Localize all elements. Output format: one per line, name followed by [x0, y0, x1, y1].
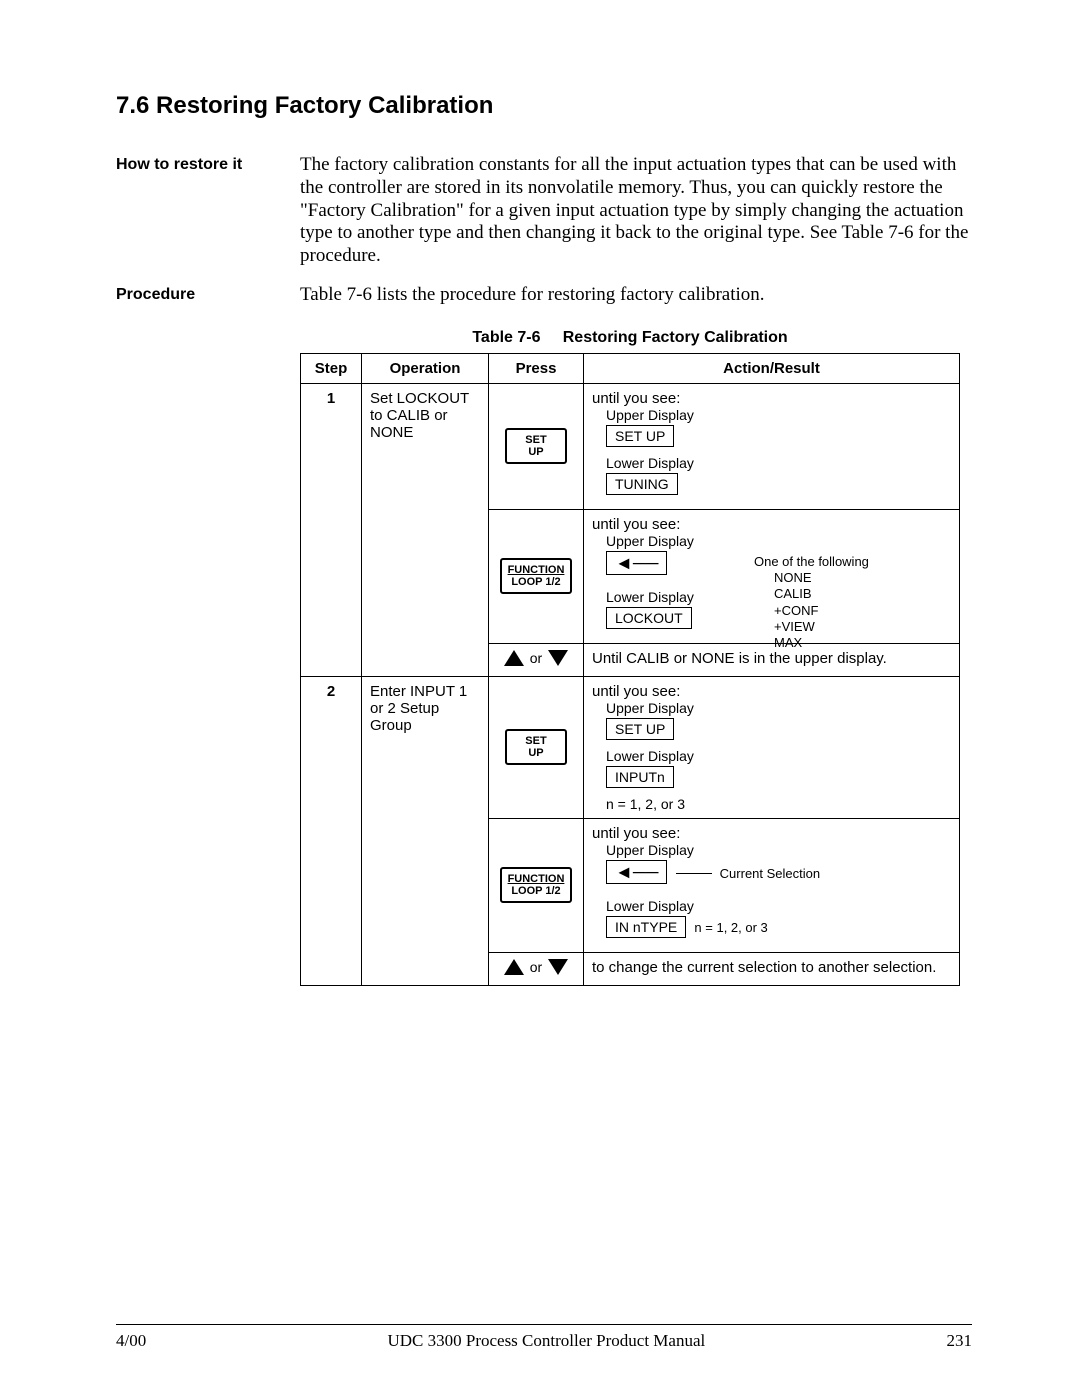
side-label-procedure: Procedure	[116, 284, 300, 307]
upper-display-label: Upper Display	[606, 533, 951, 549]
howto-block: How to restore it The factory calibratio…	[116, 154, 972, 268]
table-row: 1 Set LOCKOUT to CALIB or NONE SETUP unt…	[301, 383, 960, 509]
action-cell: until you see: Upper Display ◄── Current…	[584, 818, 960, 952]
n-note: n = 1, 2, or 3	[606, 796, 951, 812]
procedure-table: Step Operation Press Action/Result 1 Set…	[300, 353, 960, 986]
until-label: until you see:	[592, 825, 951, 842]
down-arrow-icon	[548, 650, 568, 666]
display-box: TUNING	[606, 473, 678, 495]
display-box: LOCKOUT	[606, 607, 692, 629]
options-intro: One of the following	[754, 554, 869, 570]
option-text: +CONF	[774, 603, 869, 619]
action-cell: to change the current selection to anoth…	[584, 952, 960, 985]
leader-line-icon	[676, 873, 712, 874]
action-cell: until you see: Upper Display SET UP Lowe…	[584, 383, 960, 509]
press-cell: SETUP	[489, 383, 584, 509]
table-caption: Table 7-6 Restoring Factory Calibration	[300, 329, 960, 347]
up-arrow-icon	[504, 959, 524, 975]
side-label-howto: How to restore it	[116, 154, 300, 268]
step-operation: Set LOCKOUT to CALIB or NONE	[362, 383, 489, 676]
option-text: +VIEW	[774, 619, 869, 635]
down-arrow-icon	[548, 959, 568, 975]
lower-display-label: Lower Display	[606, 748, 951, 764]
display-box-arrow: ◄──	[606, 860, 667, 884]
up-arrow-icon	[504, 650, 524, 666]
setup-key-icon: SETUP	[505, 428, 567, 464]
n-note: n = 1, 2, or 3	[694, 920, 767, 935]
until-label: until you see:	[592, 516, 951, 533]
col-action: Action/Result	[584, 353, 960, 383]
until-label: until you see:	[592, 683, 951, 700]
lower-display-label: Lower Display	[606, 455, 951, 471]
option-text: CALIB	[774, 586, 869, 602]
setup-key-icon: SETUP	[505, 729, 567, 765]
until-label: until you see:	[592, 390, 951, 407]
page-footer: 4/00 UDC 3300 Process Controller Product…	[116, 1324, 972, 1351]
procedure-block: Procedure Table 7-6 lists the procedure …	[116, 284, 972, 307]
step-number: 2	[301, 676, 362, 985]
option-text: NONE	[774, 570, 869, 586]
display-box: INPUTn	[606, 766, 674, 788]
press-cell: FUNCTIONLOOP 1/2	[489, 818, 584, 952]
display-box: SET UP	[606, 718, 674, 740]
step-number: 1	[301, 383, 362, 676]
col-press: Press	[489, 353, 584, 383]
current-selection-annot: Current Selection	[720, 866, 820, 881]
upper-display-label: Upper Display	[606, 407, 951, 423]
press-cell: or	[489, 952, 584, 985]
footer-title: UDC 3300 Process Controller Product Manu…	[387, 1331, 705, 1351]
display-box: IN nTYPE	[606, 916, 686, 938]
option-text: MAX	[774, 635, 869, 651]
action-cell: until you see: Upper Display SET UP Lowe…	[584, 676, 960, 818]
step-operation: Enter INPUT 1 or 2 Setup Group	[362, 676, 489, 985]
press-cell: or	[489, 643, 584, 676]
upper-display-label: Upper Display	[606, 842, 951, 858]
display-box-arrow: ◄──	[606, 551, 667, 575]
press-cell: SETUP	[489, 676, 584, 818]
footer-page-number: 231	[946, 1331, 972, 1351]
lower-display-label: Lower Display	[606, 898, 951, 914]
col-step: Step	[301, 353, 362, 383]
table-row: 2 Enter INPUT 1 or 2 Setup Group SETUP u…	[301, 676, 960, 818]
col-operation: Operation	[362, 353, 489, 383]
howto-text: The factory calibration constants for al…	[300, 154, 972, 268]
press-cell: FUNCTIONLOOP 1/2	[489, 509, 584, 643]
procedure-text: Table 7-6 lists the procedure for restor…	[300, 284, 972, 307]
function-key-icon: FUNCTIONLOOP 1/2	[500, 558, 573, 594]
section-heading: 7.6 Restoring Factory Calibration	[116, 92, 972, 120]
footer-date: 4/00	[116, 1331, 146, 1351]
function-key-icon: FUNCTIONLOOP 1/2	[500, 867, 573, 903]
upper-display-label: Upper Display	[606, 700, 951, 716]
action-cell: until you see: Upper Display ◄── Lower D…	[584, 509, 960, 643]
or-label: or	[530, 959, 542, 975]
display-box: SET UP	[606, 425, 674, 447]
or-label: or	[530, 650, 542, 666]
